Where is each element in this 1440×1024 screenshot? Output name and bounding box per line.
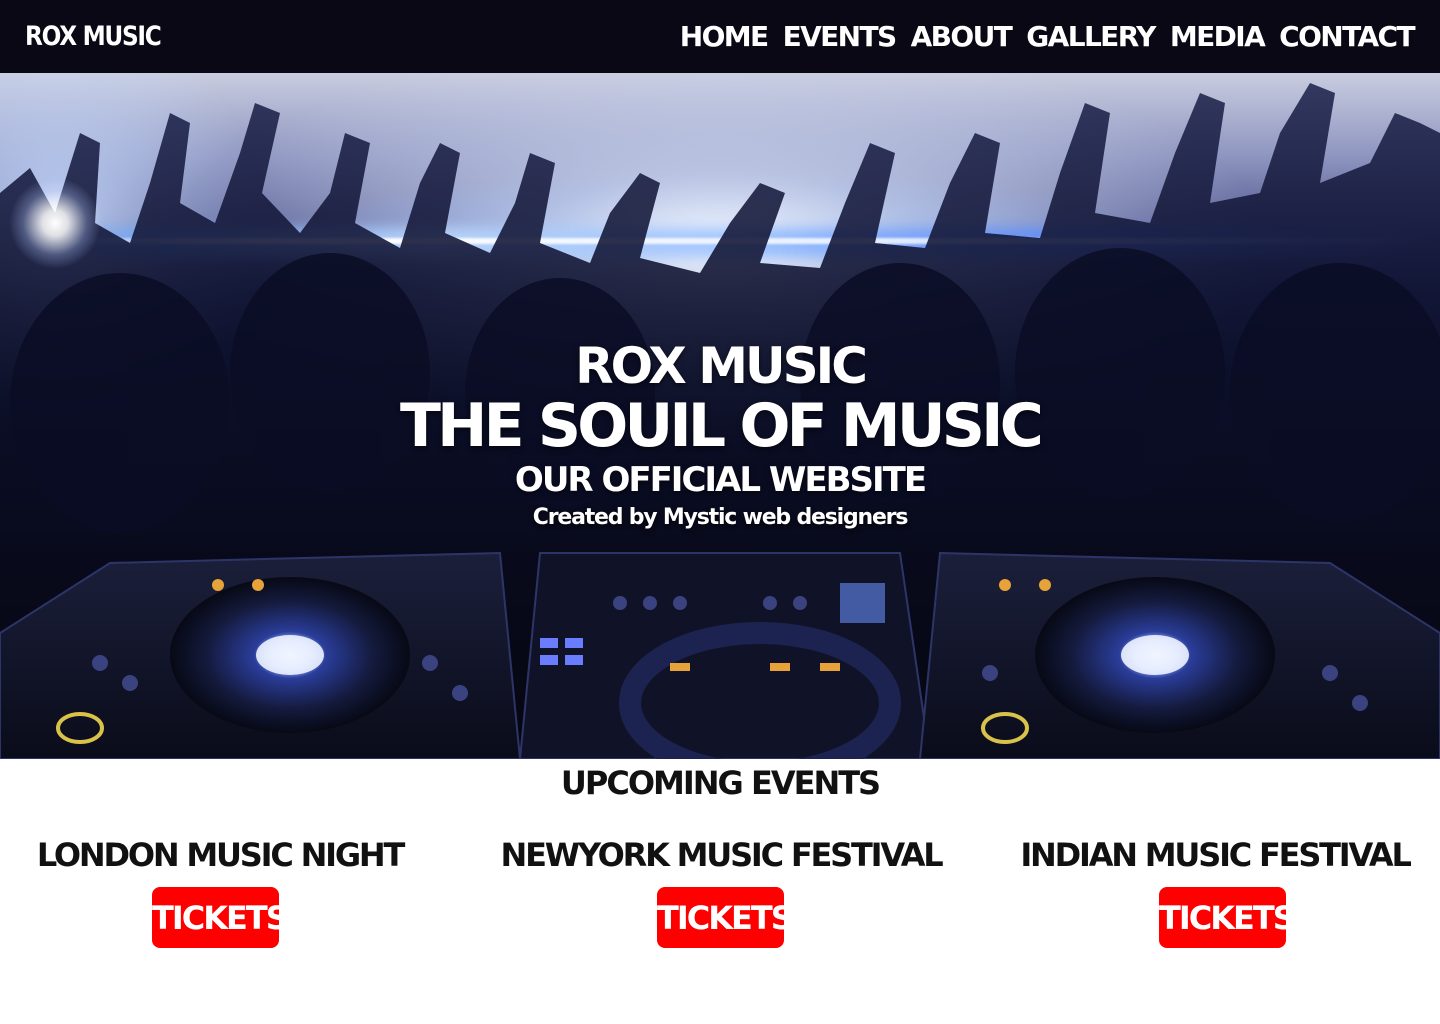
event-card: INDIAN MUSIC FESTIVAL TICKETS: [975, 836, 1440, 948]
hero-title: ROX MUSIC: [575, 337, 868, 395]
hero-content: ROX MUSIC THE SOUIL OF MUSIC OUR OFFICIA…: [0, 73, 1440, 759]
hero-banner: ROX MUSIC THE SOUIL OF MUSIC OUR OFFICIA…: [0, 73, 1440, 759]
tickets-button[interactable]: TICKETS: [1159, 887, 1296, 948]
tickets-button[interactable]: TICKETS: [152, 887, 289, 948]
event-card: LONDON MUSIC NIGHT TICKETS: [0, 836, 460, 948]
hero-subtitle: THE SOUIL OF MUSIC: [400, 391, 1044, 461]
nav-link-events[interactable]: EVENTS: [783, 20, 898, 53]
event-card: NEWYORK MUSIC FESTIVAL TICKETS: [481, 836, 961, 948]
nav-link-home[interactable]: HOME: [680, 20, 769, 53]
event-title: NEWYORK MUSIC FESTIVAL: [500, 836, 943, 874]
hero-credit: Created by Mystic web designers: [532, 505, 909, 530]
nav-link-media[interactable]: MEDIA: [1170, 20, 1266, 53]
site-logo[interactable]: ROX MUSIC: [25, 21, 162, 52]
tickets-button[interactable]: TICKETS: [657, 887, 794, 948]
nav-link-about[interactable]: ABOUT: [911, 20, 1013, 53]
event-title: INDIAN MUSIC FESTIVAL: [1020, 836, 1412, 874]
navbar: ROX MUSIC HOME EVENTS ABOUT GALLERY MEDI…: [0, 0, 1440, 73]
events-heading: UPCOMING EVENTS: [560, 764, 881, 802]
nav-link-gallery[interactable]: GALLERY: [1026, 20, 1156, 53]
hero-tagline: OUR OFFICIAL WEBSITE: [514, 460, 927, 500]
nav-link-contact[interactable]: CONTACT: [1279, 20, 1415, 53]
event-title: LONDON MUSIC NIGHT: [36, 836, 405, 874]
main-nav: HOME EVENTS ABOUT GALLERY MEDIA CONTACT: [680, 20, 1416, 53]
